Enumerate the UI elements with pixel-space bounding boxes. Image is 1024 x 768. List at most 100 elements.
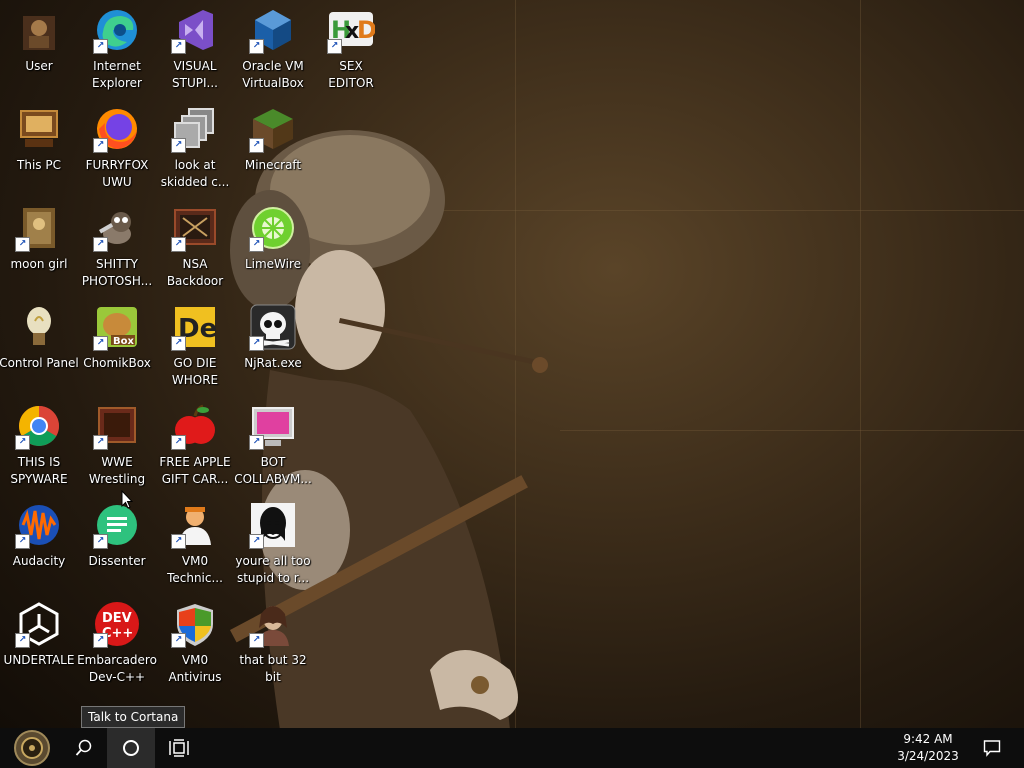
shortcut-arrow-icon: ↗ (327, 39, 342, 54)
desktop-icon[interactable]: ↗ Minecraft (233, 105, 313, 174)
desktop-icon[interactable]: ↗ youre all too stupid to r... (233, 501, 313, 587)
shortcut-arrow-icon: ↗ (171, 39, 186, 54)
svg-text:Box: Box (113, 336, 134, 347)
desktop-icon[interactable]: ↗ SHITTY PHOTOSH... (77, 204, 157, 290)
desktop-icon-label: moon girl (10, 257, 68, 271)
desktop-icon[interactable]: ↗ VM0 Antivirus (155, 600, 235, 686)
svg-text:D: D (357, 16, 375, 44)
desktop-icon-label: look at skidded c... (160, 158, 230, 189)
shortcut-arrow-icon: ↗ (15, 633, 30, 648)
desktop-icon-label: youre all too stupid to r... (235, 554, 311, 585)
desktop-icon-label: SHITTY PHOTOSH... (81, 257, 153, 288)
desktop-icon-label: Oracle VM VirtualBox (242, 59, 304, 90)
desktop-icon-label: that but 32 bit (239, 653, 307, 684)
desktop-icon[interactable]: ↗ moon girl (0, 204, 79, 273)
shortcut-arrow-icon: ↗ (249, 435, 264, 450)
start-orb-icon (14, 730, 50, 766)
visual-studio-icon: ↗ (171, 6, 219, 54)
shortcut-arrow-icon: ↗ (249, 237, 264, 252)
desktop-icon-label: FREE APPLE GIFT CAR... (159, 455, 231, 486)
shortcut-arrow-icon: ↗ (249, 336, 264, 351)
control-panel-icon (15, 303, 63, 351)
desktop-icon[interactable]: ↗ VM0 Technic... (155, 501, 235, 587)
task-view-icon (169, 739, 189, 757)
shortcut-arrow-icon: ↗ (249, 138, 264, 153)
desktop-icon[interactable]: ↗ FREE APPLE GIFT CAR... (155, 402, 235, 488)
start-button[interactable] (8, 728, 56, 768)
wwe-icon: ↗ (93, 402, 141, 450)
desktop-icon-label: SEX EDITOR (328, 59, 374, 90)
shortcut-arrow-icon: ↗ (171, 633, 186, 648)
shortcut-arrow-icon: ↗ (249, 534, 264, 549)
desktop-icon-label: This PC (17, 158, 61, 172)
minecraft-icon: ↗ (249, 105, 297, 153)
shortcut-arrow-icon: ↗ (171, 534, 186, 549)
shortcut-arrow-icon: ↗ (15, 534, 30, 549)
desktop-icon[interactable]: ↗ WWE Wrestling (77, 402, 157, 488)
edge-icon: ↗ (93, 6, 141, 54)
system-clock[interactable]: 9:42 AM 3/24/2023 (888, 731, 968, 765)
this-pc-icon (15, 105, 63, 153)
desktop-icon[interactable]: ↗ FURRYFOX UWU (77, 105, 157, 191)
desktop-icon[interactable]: ↗ NSA Backdoor (155, 204, 235, 290)
desktop-icon[interactable]: This PC (0, 105, 79, 174)
desktop-icon-label: THIS IS SPYWARE (10, 455, 68, 486)
user-folder-icon (15, 6, 63, 54)
search-icon (75, 739, 92, 756)
desktop-icon[interactable]: User (0, 6, 79, 75)
desktop-icon-label: User (25, 59, 53, 73)
desktop-icon[interactable]: ↗ Internet Explorer (77, 6, 157, 92)
desktop-icon[interactable]: ↗ that but 32 bit (233, 600, 313, 686)
shortcut-arrow-icon: ↗ (171, 336, 186, 351)
clock-date: 3/24/2023 (897, 749, 959, 763)
desktop-icon-label: UNDERTALE (3, 653, 75, 667)
search-button[interactable] (60, 728, 108, 768)
action-center-button[interactable] (968, 728, 1016, 768)
limewire-icon: ↗ (249, 204, 297, 252)
desktop-icon[interactable]: De ↗ GO DIE WHORE (155, 303, 235, 389)
mouse-cursor (121, 490, 133, 509)
shortcut-arrow-icon: ↗ (93, 39, 108, 54)
shortcut-arrow-icon: ↗ (93, 534, 108, 549)
desktop-icon[interactable]: ↗ UNDERTALE (0, 600, 79, 669)
desktop-icon[interactable]: ↗ NjRat.exe (233, 303, 313, 372)
desktop-icon[interactable]: ↗ Audacity (0, 501, 79, 570)
desktop-icon[interactable]: ↗ VISUAL STUPI... (155, 6, 235, 92)
de-icon: De ↗ (171, 303, 219, 351)
desktop-icon-label: WWE Wrestling (88, 455, 146, 486)
moon-girl-icon: ↗ (15, 204, 63, 252)
desktop-icon[interactable]: ↗ Oracle VM VirtualBox (233, 6, 313, 92)
desktop-icon[interactable]: ↗ BOT COLLABVM... (233, 402, 313, 488)
taskbar: 9:42 AM 3/24/2023 (0, 728, 1024, 768)
desktop-icon[interactable]: ↗ THIS IS SPYWARE (0, 402, 79, 488)
desktop-icon[interactable]: Hx D ↗ SEX EDITOR (311, 6, 391, 92)
unity-icon: ↗ (15, 600, 63, 648)
desktop-icon-label: FURRYFOX UWU (85, 158, 149, 189)
shortcut-arrow-icon: ↗ (93, 237, 108, 252)
copy-windows-icon: ↗ (171, 105, 219, 153)
desktop-icon[interactable]: ↗ LimeWire (233, 204, 313, 273)
shortcut-arrow-icon: ↗ (171, 435, 186, 450)
task-view-button[interactable] (155, 728, 203, 768)
cortana-circle-icon (123, 740, 139, 756)
shortcut-arrow-icon: ↗ (171, 138, 186, 153)
shortcut-arrow-icon: ↗ (93, 633, 108, 648)
shortcut-arrow-icon: ↗ (93, 138, 108, 153)
desktop-icon-label: NSA Backdoor (166, 257, 224, 288)
shortcut-arrow-icon: ↗ (249, 633, 264, 648)
desktop-icon-label: VM0 Antivirus (168, 653, 222, 684)
dissenter-icon: ↗ (93, 501, 141, 549)
chrome-icon: ↗ (15, 402, 63, 450)
face-portrait-icon: ↗ (249, 501, 297, 549)
portrait-icon: ↗ (249, 600, 297, 648)
desktop-icon[interactable]: DEV C++ ↗ Embarcadero Dev-C++ (77, 600, 157, 686)
desktop-icon-label: Control Panel (0, 356, 79, 370)
desktop-icon[interactable]: ↗ Dissenter (77, 501, 157, 570)
monitor-icon: ↗ (249, 402, 297, 450)
desktop-icon[interactable]: Box ↗ ChomikBox (77, 303, 157, 372)
desktop-icon-label: NjRat.exe (244, 356, 302, 370)
desktop-icon[interactable]: ↗ look at skidded c... (155, 105, 235, 191)
shortcut-arrow-icon: ↗ (171, 237, 186, 252)
desktop-icon[interactable]: Control Panel (0, 303, 79, 372)
cortana-button[interactable] (107, 728, 155, 768)
